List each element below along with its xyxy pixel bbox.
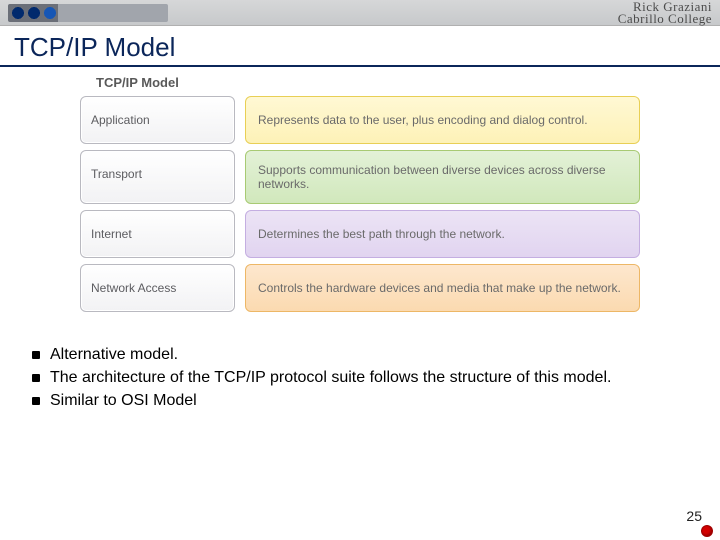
layer-application: Application [80, 96, 235, 144]
org-name: Cabrillo College [618, 13, 712, 25]
layer-internet-desc: Determines the best path through the net… [245, 210, 640, 258]
layer-internet: Internet [80, 210, 235, 258]
layer-row: Internet Determines the best path throug… [80, 210, 640, 258]
layer-network-access-desc: Controls the hardware devices and media … [245, 264, 640, 312]
slide-number: 25 [686, 508, 702, 524]
layer-transport: Transport [80, 150, 235, 204]
red-dot-icon [702, 526, 712, 536]
layer-row: Network Access Controls the hardware dev… [80, 264, 640, 312]
brand-logo [8, 4, 168, 22]
layer-row: Application Represents data to the user,… [80, 96, 640, 144]
layer-network-access: Network Access [80, 264, 235, 312]
layer-row: Transport Supports communication between… [80, 150, 640, 204]
brand-text: Rick Graziani Cabrillo College [618, 1, 712, 25]
top-banner: Rick Graziani Cabrillo College [0, 0, 720, 26]
page-title: TCP/IP Model [0, 26, 720, 67]
list-item: Alternative model. [32, 344, 692, 367]
tcpip-diagram: TCP/IP Model Application Represents data… [80, 75, 640, 312]
diagram-title: TCP/IP Model [80, 75, 640, 96]
bullet-list: Alternative model. The architecture of t… [0, 318, 720, 413]
layer-application-desc: Represents data to the user, plus encodi… [245, 96, 640, 144]
list-item: The architecture of the TCP/IP protocol … [32, 367, 692, 390]
list-item: Similar to OSI Model [32, 390, 692, 413]
layer-transport-desc: Supports communication between diverse d… [245, 150, 640, 204]
